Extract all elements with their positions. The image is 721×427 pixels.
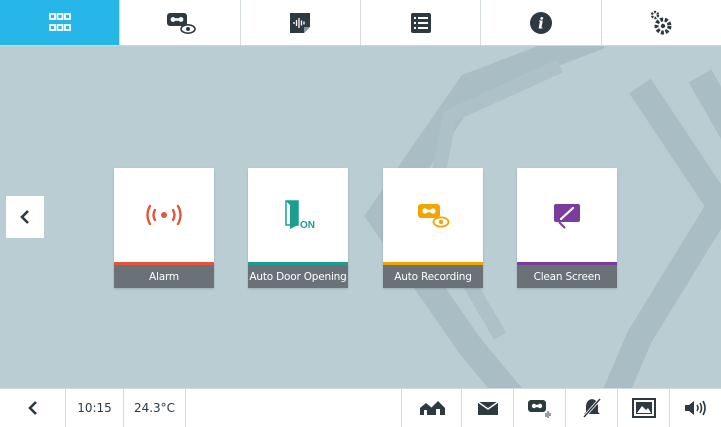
- clean-screen-icon: [554, 204, 580, 229]
- temperature-display: 24.3°C: [124, 389, 186, 427]
- main-stage: Alarm ON Auto Door Opening Auto Recordin…: [0, 46, 721, 388]
- auto-recording-card[interactable]: Auto Recording: [383, 168, 483, 288]
- svg-text:i: i: [538, 14, 544, 32]
- messages-button[interactable]: [462, 389, 514, 427]
- status-spacer: [186, 389, 402, 427]
- top-tab-bar: i: [0, 0, 721, 46]
- envelope-icon: [477, 401, 498, 415]
- tab-list[interactable]: [361, 0, 482, 45]
- previous-page-button[interactable]: [6, 196, 44, 238]
- videomail-button[interactable]: [514, 389, 566, 427]
- svg-text:ON: ON: [300, 220, 315, 231]
- time-display: 10:15: [66, 389, 124, 427]
- volume-button[interactable]: [670, 389, 721, 427]
- videomail-icon: [527, 400, 550, 418]
- grid-icon: [48, 12, 71, 31]
- tab-settings[interactable]: [602, 0, 721, 45]
- back-button[interactable]: [0, 389, 66, 427]
- settings-gears-icon: [651, 10, 672, 34]
- videomail-view-icon: [166, 12, 196, 34]
- tab-info[interactable]: i: [481, 0, 602, 45]
- bottom-status-bar: 10:15 24.3°C: [0, 388, 721, 427]
- alarm-card[interactable]: Alarm: [114, 168, 214, 288]
- info-icon: i: [529, 11, 552, 34]
- tab-menu-grid[interactable]: [0, 0, 121, 45]
- door-on-icon: ON: [285, 200, 315, 231]
- chevron-left-icon: [20, 210, 29, 224]
- clean-screen-card[interactable]: Clean Screen: [517, 168, 617, 288]
- chevron-left-icon: [27, 401, 37, 415]
- audio-message-icon: [290, 12, 311, 33]
- volume-icon: [684, 400, 706, 416]
- home-button[interactable]: [402, 389, 462, 427]
- card-label: Clean Screen: [517, 265, 617, 288]
- auto-door-opening-card[interactable]: ON Auto Door Opening: [248, 168, 348, 288]
- alarm-icon: [146, 204, 182, 226]
- card-label: Auto Door Opening: [248, 265, 348, 288]
- home-icon: [419, 401, 445, 415]
- mute-button[interactable]: [566, 389, 618, 427]
- tab-audio-messages[interactable]: [241, 0, 361, 45]
- picture-button[interactable]: [618, 389, 670, 427]
- card-label: Alarm: [114, 265, 214, 288]
- mute-icon: [582, 398, 601, 418]
- picture-icon: [631, 398, 656, 418]
- list-icon: [410, 12, 431, 33]
- card-label: Auto Recording: [383, 265, 483, 288]
- tab-videomail[interactable]: [120, 0, 241, 45]
- recording-view-icon: [418, 204, 450, 228]
